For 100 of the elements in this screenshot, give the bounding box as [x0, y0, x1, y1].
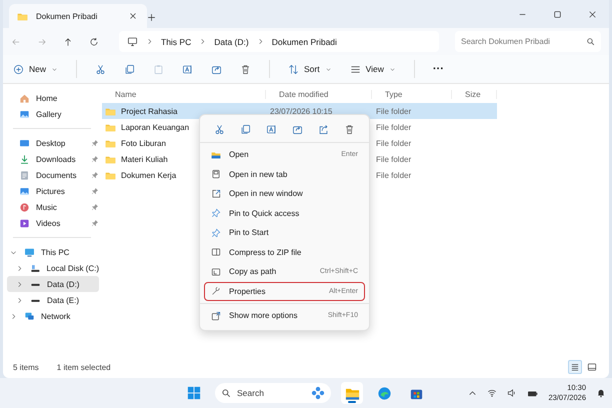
delete-button[interactable] — [240, 64, 252, 74]
close-tab-button[interactable] — [129, 12, 137, 20]
breadcrumb-item[interactable]: Data (D:) — [214, 36, 249, 46]
file-name: Dokumen Kerja — [121, 170, 176, 180]
chevron-right-icon — [256, 38, 264, 45]
wrench-icon — [211, 286, 221, 296]
refresh-button[interactable] — [89, 36, 99, 46]
gallery-icon — [19, 108, 30, 120]
monitor-icon — [127, 36, 138, 47]
folder-icon — [211, 150, 221, 160]
chevron-right-icon — [199, 38, 206, 45]
column-header[interactable]: Name — [102, 90, 266, 98]
close-icon — [129, 12, 137, 20]
cut-button[interactable] — [95, 64, 106, 74]
desktop-icon — [19, 138, 30, 148]
chevron-up-icon — [468, 388, 478, 398]
column-header[interactable]: Date modified — [266, 90, 372, 98]
tree-item[interactable]: This PC — [7, 244, 99, 260]
forward-arrow-icon — [37, 36, 47, 46]
tab-icon — [211, 169, 221, 180]
copy-button[interactable] — [240, 124, 251, 135]
music-icon — [19, 202, 30, 212]
clipboard-icon — [153, 64, 164, 74]
path-icon — [211, 266, 221, 277]
speaker-icon — [507, 388, 518, 398]
wifi-icon — [487, 388, 498, 398]
view-button[interactable]: View — [350, 64, 396, 74]
bell-icon — [596, 388, 606, 398]
sort-button[interactable]: Sort — [288, 64, 332, 74]
share-button[interactable] — [318, 124, 330, 135]
sidebar-item[interactable]: Videos — [7, 215, 99, 231]
sidebar-item[interactable]: Downloads — [7, 151, 99, 167]
search-icon — [221, 388, 231, 398]
flower-icon — [311, 386, 325, 400]
network-icon — [24, 310, 35, 322]
scissors-icon — [214, 124, 225, 135]
tree-item[interactable]: Data (D:) — [7, 276, 99, 292]
chevron-right-icon — [146, 38, 153, 45]
window-icon — [211, 188, 221, 199]
share-button[interactable] — [292, 124, 304, 135]
trash-icon — [240, 64, 252, 74]
column-header[interactable]: Type — [372, 90, 452, 98]
menu-item[interactable]: Pin to Start — [204, 223, 365, 242]
type-cell: File folder — [376, 170, 412, 180]
caret-icon — [51, 66, 58, 72]
sidebar-item[interactable]: Desktop — [7, 135, 99, 151]
taskbar-search-field[interactable]: Search — [215, 383, 331, 403]
expand-icon — [211, 310, 221, 321]
caret-icon — [388, 66, 396, 72]
rename-button[interactable] — [266, 124, 277, 135]
list-icon — [350, 64, 361, 74]
maximize-button[interactable] — [553, 10, 562, 18]
copy-button[interactable] — [124, 64, 136, 74]
more-button[interactable]: ··· — [432, 63, 444, 75]
file-name: Laporan Keuangan — [121, 122, 190, 132]
sidebar-item[interactable]: Pictures — [7, 183, 99, 199]
file-name: Project Rahasia — [121, 106, 178, 116]
details-view-button[interactable] — [568, 360, 582, 374]
close-button[interactable] — [588, 10, 597, 18]
tree-item[interactable]: Data (E:) — [7, 292, 99, 308]
plus-circle-icon — [13, 64, 24, 74]
scissors-button[interactable] — [214, 124, 225, 135]
share-icon — [211, 64, 222, 74]
new-button[interactable]: New — [13, 64, 58, 74]
breadcrumb-item[interactable]: Dokumen Pribadi — [272, 36, 337, 46]
sidebar-item[interactable]: Documents — [7, 167, 99, 183]
sidebar-item[interactable]: Music — [7, 199, 99, 215]
trash-button[interactable] — [344, 124, 356, 135]
search-icon — [586, 37, 595, 46]
sidebar-item[interactable]: Gallery — [7, 106, 99, 122]
new-tab-button[interactable] — [147, 13, 156, 22]
up-arrow-icon — [63, 36, 73, 46]
tree-item[interactable]: Local Disk (C:) — [7, 260, 99, 276]
menu-item[interactable]: Compress to ZIP file — [204, 242, 365, 262]
search-field[interactable]: Search Dokumen Pribadi — [455, 31, 601, 52]
download-arrow-icon — [19, 154, 30, 164]
maximize-icon — [553, 10, 562, 18]
home-icon — [19, 92, 30, 104]
item-count: 5 items — [13, 362, 39, 372]
menu-item[interactable]: Open in new tab — [204, 164, 365, 184]
rename-button[interactable] — [182, 64, 194, 74]
tree-item[interactable]: Network — [7, 308, 99, 324]
type-cell: File folder — [376, 138, 412, 148]
up-arrow-button[interactable] — [63, 36, 73, 46]
taskbar-app[interactable] — [341, 382, 363, 404]
rename-icon — [182, 64, 194, 74]
sort-icon — [288, 64, 300, 74]
breadcrumb-item[interactable]: This PC — [161, 36, 192, 46]
pin-icon — [211, 208, 221, 218]
share-button[interactable] — [211, 64, 222, 74]
share-icon — [292, 124, 304, 135]
menu-item[interactable]: Open in new window — [204, 184, 365, 204]
scissors-icon — [95, 64, 106, 74]
sidebar-item[interactable]: Home — [7, 90, 99, 106]
address-bar[interactable]: This PC Data (D:) Dokumen Pribadi — [119, 31, 439, 52]
document-icon — [19, 170, 30, 180]
window-tab[interactable]: Dokumen Pribadi — [9, 4, 147, 28]
menu-item[interactable]: Pin to Quick access — [204, 204, 365, 223]
column-header[interactable]: Size — [452, 90, 497, 98]
archive-icon — [211, 247, 221, 258]
